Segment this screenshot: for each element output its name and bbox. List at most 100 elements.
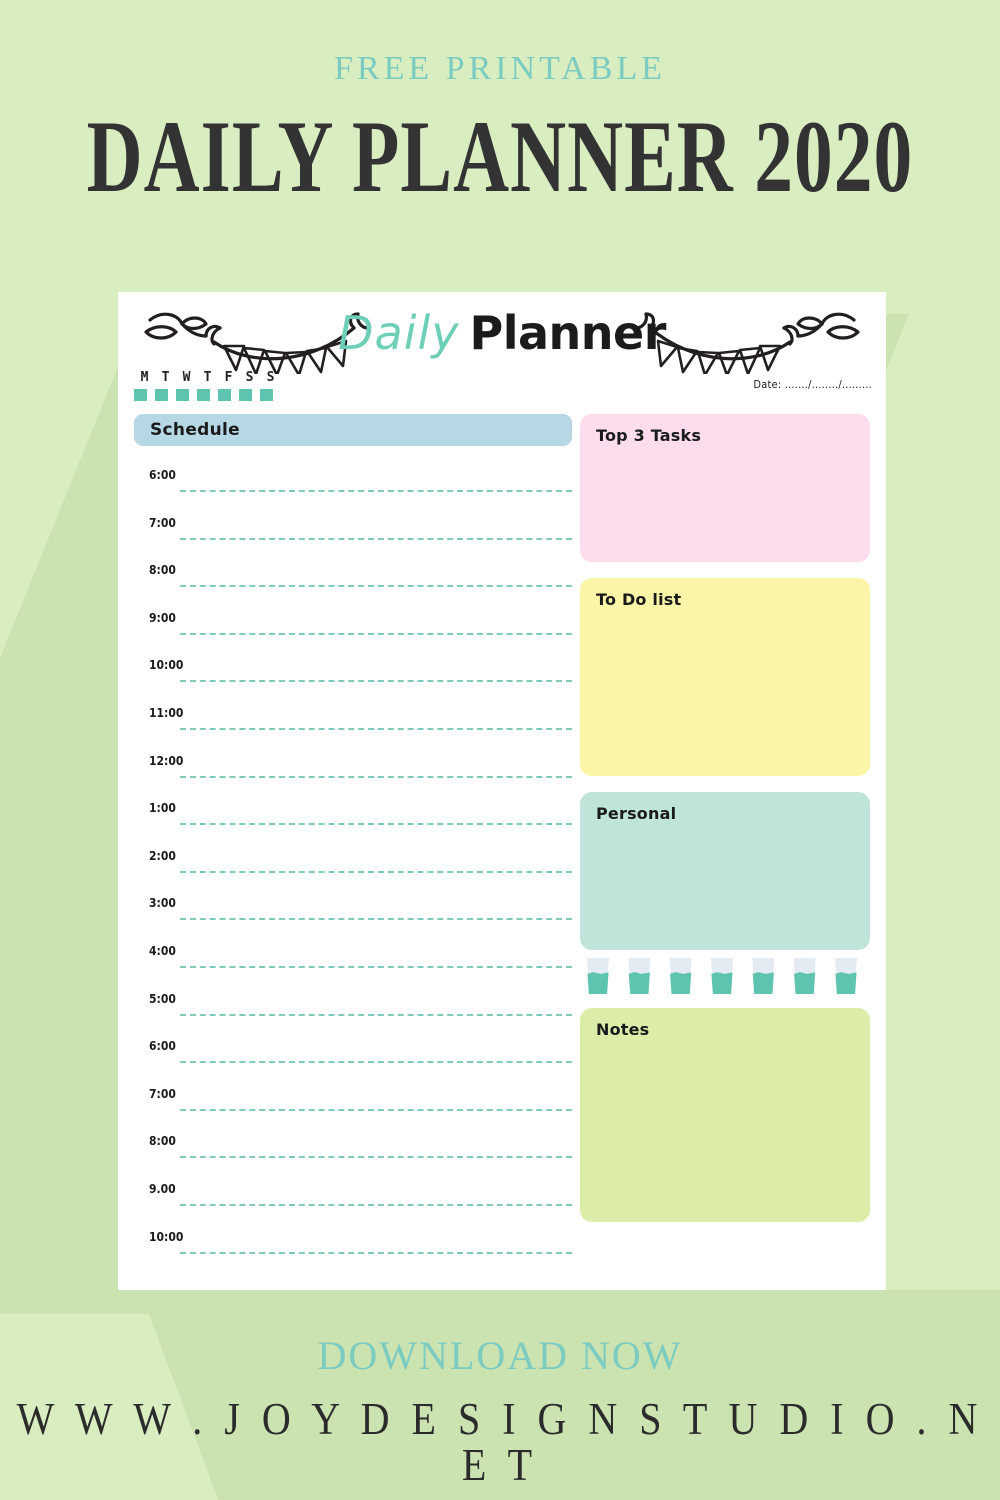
schedule-time-label: 11:00: [149, 705, 184, 720]
weekday-checkbox[interactable]: [197, 389, 210, 401]
schedule-slot[interactable]: 12:00: [134, 754, 572, 802]
weekday-selector[interactable]: M T W T F S S: [134, 370, 281, 401]
schedule-write-line[interactable]: [180, 727, 572, 730]
water-glass-icon[interactable]: [627, 958, 651, 994]
schedule-write-line[interactable]: [180, 775, 572, 778]
weekday-checkbox[interactable]: [155, 389, 168, 401]
schedule-write-line[interactable]: [180, 1013, 572, 1016]
weekday-checkbox[interactable]: [134, 389, 147, 401]
schedule-slot[interactable]: 8:00: [134, 1134, 572, 1182]
promo-eyebrow: FREE PRINTABLE: [334, 50, 666, 87]
weekday-letter: F: [224, 370, 233, 385]
schedule-write-line[interactable]: [180, 918, 572, 921]
schedule-write-line[interactable]: [180, 632, 572, 635]
schedule-slot[interactable]: 1:00: [134, 801, 572, 849]
water-glass-icon[interactable]: [834, 958, 858, 994]
schedule-write-line[interactable]: [180, 1108, 572, 1111]
glass-water: [628, 972, 650, 994]
panel-to-do-list[interactable]: To Do list: [580, 578, 870, 776]
schedule-write-line[interactable]: [180, 1251, 572, 1254]
schedule-time-label: 6:00: [149, 1039, 176, 1054]
schedule-write-line[interactable]: [180, 823, 572, 826]
panel-title-to-do-list: To Do list: [596, 590, 682, 609]
schedule-write-line[interactable]: [180, 1203, 572, 1206]
schedule-time-label: 3:00: [149, 896, 176, 911]
website-url[interactable]: W W W . J O Y D E S I G N S T U D I O . …: [0, 1395, 1000, 1488]
water-glass-icon[interactable]: [669, 958, 693, 994]
schedule-time-label: 8:00: [149, 1134, 176, 1149]
schedule-slot[interactable]: 2:00: [134, 849, 572, 897]
panel-title-notes: Notes: [596, 1020, 650, 1039]
schedule-time-label: 10:00: [149, 1229, 184, 1244]
planner-title: Daily Planner: [118, 306, 886, 361]
schedule-slot[interactable]: 11:00: [134, 706, 572, 754]
weekday-letters: M T W T F S S: [134, 370, 281, 385]
schedule-slot[interactable]: 7:00: [134, 1087, 572, 1135]
schedule-write-line[interactable]: [180, 537, 572, 540]
poster-page: FREE PRINTABLE DAILY PLANNER 2020 Daily …: [0, 0, 1000, 1500]
weekday-letter: M: [140, 370, 149, 385]
schedule-slot[interactable]: 3:00: [134, 896, 572, 944]
schedule-slot[interactable]: 6:00: [134, 468, 572, 516]
schedule-slot[interactable]: 10:00: [134, 1230, 572, 1278]
schedule-header: Schedule: [134, 414, 572, 446]
schedule-time-label: 1:00: [149, 801, 176, 816]
weekday-checkbox[interactable]: [239, 389, 252, 401]
panel-top-3-tasks[interactable]: Top 3 Tasks: [580, 414, 870, 562]
promo-header: FREE PRINTABLE DAILY PLANNER 2020: [0, 0, 1000, 209]
side-panels: Top 3 Tasks To Do list Personal Notes: [580, 414, 870, 1238]
schedule-section: Schedule 6:00 7:00 8:00 9:00 10:00 11:00…: [134, 414, 572, 1277]
panel-title-personal: Personal: [596, 804, 677, 823]
water-glass-icon[interactable]: [710, 958, 734, 994]
schedule-write-line[interactable]: [180, 1156, 572, 1159]
schedule-slot[interactable]: 4:00: [134, 944, 572, 992]
weekday-checkbox[interactable]: [260, 389, 273, 401]
schedule-time-label: 7:00: [149, 515, 176, 530]
schedule-slot[interactable]: 9:00: [134, 611, 572, 659]
weekday-letter: W: [182, 370, 191, 385]
water-tracker[interactable]: [586, 958, 858, 994]
schedule-write-line[interactable]: [180, 585, 572, 588]
schedule-write-line[interactable]: [180, 490, 572, 492]
weekday-checkboxes[interactable]: [134, 389, 281, 401]
planner-card: Daily Planner M T W T F S S Date: ......…: [118, 292, 886, 1290]
weekday-letter: S: [245, 370, 254, 385]
schedule-slot[interactable]: 5:00: [134, 992, 572, 1040]
schedule-slot[interactable]: 10:00: [134, 658, 572, 706]
schedule-time-label: 12:00: [149, 753, 184, 768]
schedule-slot[interactable]: 7:00: [134, 516, 572, 564]
schedule-slot[interactable]: 9.00: [134, 1182, 572, 1230]
schedule-time-label: 9.00: [149, 1181, 176, 1196]
glass-water: [711, 972, 733, 994]
weekday-checkbox[interactable]: [176, 389, 189, 401]
schedule-write-line[interactable]: [180, 870, 572, 873]
download-now-cta[interactable]: DOWNLOAD NOW: [0, 1336, 1000, 1376]
water-glass-icon[interactable]: [793, 958, 817, 994]
weekday-letter: T: [161, 370, 170, 385]
weekday-letter: T: [203, 370, 212, 385]
water-glass-icon[interactable]: [586, 958, 610, 994]
glass-water: [752, 972, 774, 994]
planner-title-word-daily: Daily: [338, 306, 460, 360]
schedule-time-label: 7:00: [149, 1086, 176, 1101]
schedule-write-line[interactable]: [180, 1061, 572, 1064]
schedule-time-label: 4:00: [149, 943, 176, 958]
weekday-checkbox[interactable]: [218, 389, 231, 401]
panel-notes[interactable]: Notes: [580, 1008, 870, 1222]
planner-title-word-planner: Planner: [469, 306, 667, 360]
schedule-slot[interactable]: 8:00: [134, 563, 572, 611]
schedule-slot[interactable]: 6:00: [134, 1039, 572, 1087]
panel-personal[interactable]: Personal: [580, 792, 870, 950]
glass-water: [670, 972, 692, 994]
schedule-time-label: 2:00: [149, 848, 176, 863]
schedule-write-line[interactable]: [180, 965, 572, 968]
date-field[interactable]: Date: ......./......../.........: [753, 378, 872, 391]
schedule-slot-list: 6:00 7:00 8:00 9:00 10:00 11:00 12:00 1:…: [134, 468, 572, 1277]
water-glass-icon[interactable]: [751, 958, 775, 994]
schedule-time-label: 9:00: [149, 610, 176, 625]
schedule-time-label: 10:00: [149, 658, 184, 673]
schedule-time-label: 6:00: [149, 468, 176, 482]
schedule-write-line[interactable]: [180, 680, 572, 683]
schedule-time-label: 8:00: [149, 563, 176, 578]
panel-title-top-3-tasks: Top 3 Tasks: [596, 426, 702, 445]
